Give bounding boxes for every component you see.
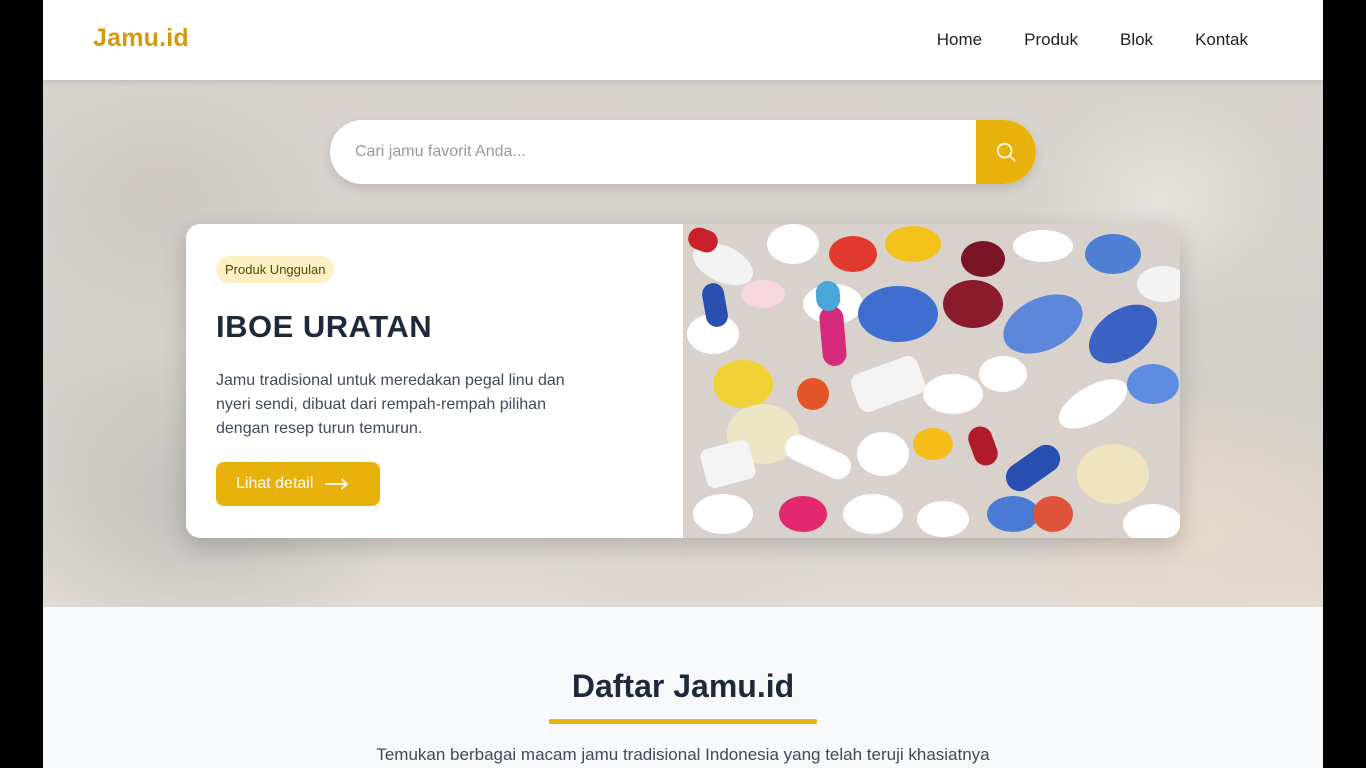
page: Jamu.id Home Produk Blok Kontak Produk U… [43,0,1323,768]
site-header: Jamu.id Home Produk Blok Kontak [43,0,1323,80]
section-title-underline [549,719,817,724]
nav-home[interactable]: Home [937,30,982,50]
view-detail-label: Lihat detail [236,475,314,492]
view-detail-button[interactable]: Lihat detail [216,462,380,506]
search-input[interactable] [330,120,976,184]
featured-product-info: Produk Unggulan IBOE URATAN Jamu tradisi… [186,224,683,538]
featured-product-description: Jamu tradisional untuk meredakan pegal l… [216,372,565,437]
section-subtitle: Temukan berbagai macam jamu tradisional … [376,745,990,764]
search-bar [330,120,1036,184]
featured-product-image [683,224,1180,538]
nav-kontak[interactable]: Kontak [1195,30,1248,50]
featured-product-title: IBOE URATAN [216,309,433,344]
nav-produk[interactable]: Produk [1024,30,1078,50]
arrow-right-icon [325,478,349,490]
main-nav: Home Produk Blok Kontak [937,30,1248,50]
search-button[interactable] [976,120,1036,184]
pills-image [683,224,1180,538]
section-title: Daftar Jamu.id [571,668,795,704]
nav-blok[interactable]: Blok [1120,30,1153,50]
logo[interactable]: Jamu.id [93,24,189,53]
featured-badge: Produk Unggulan [216,256,335,283]
search-icon [996,142,1016,162]
featured-product-card: Produk Unggulan IBOE URATAN Jamu tradisi… [186,224,1180,538]
hero-section: Produk Unggulan IBOE URATAN Jamu tradisi… [43,80,1323,607]
